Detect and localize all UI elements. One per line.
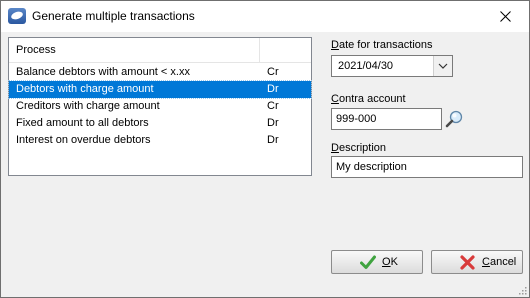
dropdown-arrow-icon: [438, 63, 448, 69]
description-value[interactable]: My description: [336, 161, 407, 173]
cancel-button[interactable]: Cancel: [431, 250, 523, 274]
list-item[interactable]: Fixed amount to all debtors Dr: [9, 115, 311, 132]
magnifier-icon: [445, 110, 463, 128]
title-bar[interactable]: Generate multiple transactions: [1, 1, 529, 32]
contra-account-value[interactable]: 999-000: [336, 113, 376, 125]
process-name: Balance debtors with amount < x.xx: [16, 66, 190, 78]
process-name: Interest on overdue debtors: [16, 134, 151, 146]
ok-button[interactable]: OK: [331, 250, 423, 274]
contra-account-input[interactable]: 999-000: [331, 108, 442, 130]
ok-button-label: OK: [382, 256, 398, 268]
list-item[interactable]: Balance debtors with amount < x.xx Cr: [9, 64, 311, 81]
column-separator[interactable]: [259, 38, 260, 62]
date-picker[interactable]: 2021/04/30: [331, 55, 453, 77]
process-type: Cr: [267, 66, 279, 78]
process-list[interactable]: Process Balance debtors with amount < x.…: [8, 37, 312, 176]
list-item[interactable]: Debtors with charge amount Dr: [8, 80, 312, 99]
description-label: Description: [331, 142, 387, 154]
description-input[interactable]: My description: [331, 156, 523, 178]
list-item[interactable]: Interest on overdue debtors Dr: [9, 132, 311, 149]
date-dropdown-button[interactable]: [433, 56, 452, 76]
date-value[interactable]: 2021/04/30: [338, 60, 393, 72]
dialog-window: Generate multiple transactions Process B…: [0, 0, 530, 298]
process-rows: Balance debtors with amount < x.xx Cr Debt…: [8, 64, 312, 149]
column-header-process[interactable]: Process: [16, 44, 56, 56]
contra-lookup-button[interactable]: [444, 109, 466, 129]
process-type: Dr: [267, 83, 279, 95]
process-type: Dr: [267, 134, 279, 146]
checkmark-icon: [360, 255, 376, 269]
contra-label: Contra account: [331, 93, 406, 105]
process-name: Fixed amount to all debtors: [16, 117, 149, 129]
close-button[interactable]: [483, 1, 529, 32]
dialog-app-icon: [8, 8, 26, 24]
close-icon: [500, 11, 511, 22]
list-item[interactable]: Creditors with charge amount Cr: [9, 98, 311, 115]
cancel-button-label: Cancel: [482, 256, 517, 268]
resize-grip-icon[interactable]: [517, 285, 527, 295]
window-title: Generate multiple transactions: [32, 9, 195, 23]
process-list-header: Process: [9, 38, 311, 63]
process-type: Cr: [267, 100, 279, 112]
date-label: Date for transactions: [331, 39, 433, 51]
process-type: Dr: [267, 117, 279, 129]
process-name: Creditors with charge amount: [16, 100, 160, 112]
cross-icon: [460, 255, 475, 270]
process-name: Debtors with charge amount: [16, 83, 154, 95]
